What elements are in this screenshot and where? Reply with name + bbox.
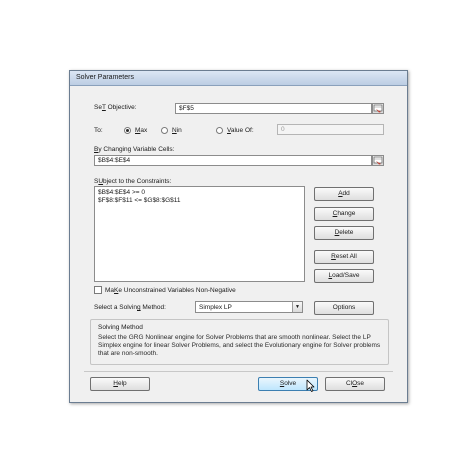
changing-cells-range-selector-button[interactable]	[372, 155, 384, 166]
add-button[interactable]: Add	[314, 187, 374, 201]
close-button[interactable]: ClOse	[325, 377, 385, 391]
mouse-pointer-icon	[306, 379, 315, 392]
unconstrained-nonnegative-checkbox[interactable]	[94, 286, 102, 294]
to-label: To:	[94, 127, 103, 134]
delete-button[interactable]: Delete	[314, 226, 374, 240]
max-label: Max	[135, 127, 148, 134]
value-of-radio[interactable]	[216, 127, 223, 134]
constraint-item[interactable]: $B$4:$E$4 >= 0	[98, 189, 301, 197]
constraints-list[interactable]: $B$4:$E$4 >= 0 $F$8:$F$11 <= $G$8:$G$11	[94, 186, 305, 282]
chevron-down-icon[interactable]: ▼	[292, 302, 302, 312]
solving-method-label: Select a Solving Method:	[94, 304, 166, 311]
unconstrained-nonnegative-label: MaKe Unconstrained Variables Non-Negativ…	[105, 287, 236, 294]
load-save-button[interactable]: Load/Save	[314, 269, 374, 283]
solver-parameters-dialog: Solver Parameters SeT Objective: $F$5 To…	[69, 70, 408, 403]
change-button[interactable]: Change	[314, 207, 374, 221]
constraint-item[interactable]: $F$8:$F$11 <= $G$8:$G$11	[98, 197, 301, 205]
min-label: Nin	[172, 127, 182, 134]
set-objective-input[interactable]: $F$5	[175, 103, 372, 114]
title-bar[interactable]: Solver Parameters	[70, 71, 407, 86]
help-button[interactable]: Help	[90, 377, 150, 391]
window-title: Solver Parameters	[76, 74, 134, 81]
max-radio[interactable]	[124, 127, 131, 134]
radio-selected-dot	[126, 129, 129, 132]
footer-separator	[84, 371, 393, 372]
solving-method-selected-value: Simplex LP	[199, 304, 232, 311]
value-of-input[interactable]: 0	[277, 124, 384, 135]
reset-all-button[interactable]: Reset All	[314, 250, 374, 264]
groupbox-title: Solving Method	[98, 324, 143, 331]
solving-method-groupbox: Solving Method Select the GRG Nonlinear …	[90, 319, 389, 365]
value-of-label: Value Of:	[227, 127, 254, 134]
solving-method-select[interactable]: Simplex LP ▼	[195, 301, 303, 313]
changing-cells-input[interactable]: $B$4:$E$4	[94, 155, 372, 166]
constraints-label: SUbject to the Constraints:	[94, 178, 172, 185]
range-select-icon	[373, 104, 383, 113]
min-radio[interactable]	[161, 127, 168, 134]
options-button[interactable]: Options	[314, 301, 374, 315]
range-select-icon	[373, 156, 383, 165]
objective-range-selector-button[interactable]	[372, 103, 384, 114]
set-objective-label: SeT Objective:	[94, 104, 137, 111]
changing-cells-label: By Changing Variable Cells:	[94, 146, 175, 153]
solving-method-description: Select the GRG Nonlinear engine for Solv…	[98, 334, 381, 357]
